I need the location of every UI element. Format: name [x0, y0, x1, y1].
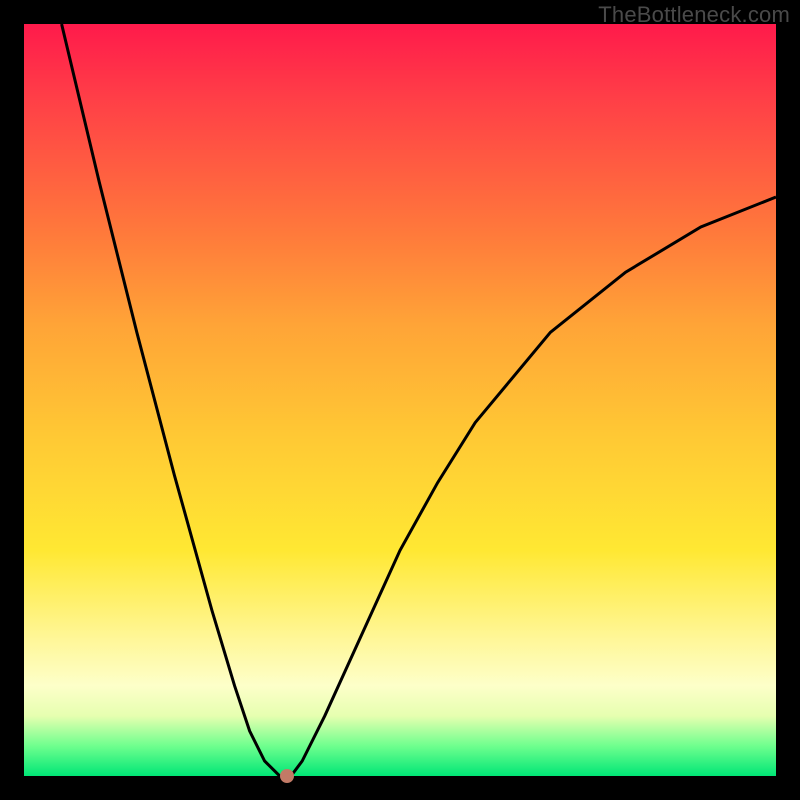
plot-area: [24, 24, 776, 776]
curve-svg: [24, 24, 776, 776]
bottleneck-curve: [62, 24, 776, 776]
chart-frame: TheBottleneck.com: [0, 0, 800, 800]
optimal-point-marker: [280, 769, 294, 783]
